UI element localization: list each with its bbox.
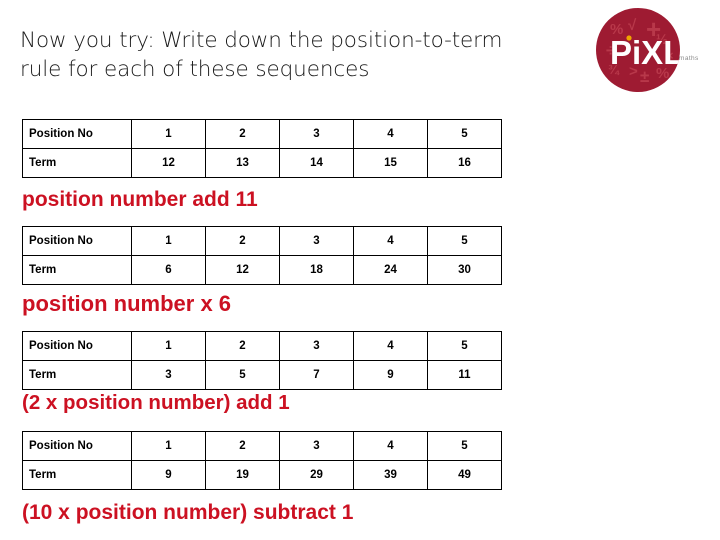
answer-rule-2: position number x 6 (22, 291, 232, 316)
answer-rule-3: (2 x position number) add 1 (22, 391, 290, 414)
table-row: Term 12 13 14 15 16 (22, 148, 502, 178)
position-cell: 2 (205, 431, 280, 461)
sequence-table-2: Position No 1 2 3 4 5 Term 6 12 18 24 30 (22, 226, 502, 285)
term-cell: 12 (131, 148, 206, 178)
table-row: Term 9 19 29 39 49 (22, 460, 502, 490)
page-title: Now you try: Write down the position-to-… (20, 28, 503, 82)
position-cell: 4 (353, 431, 428, 461)
position-cell: 2 (205, 119, 280, 149)
row-label-term: Term (22, 255, 132, 285)
position-cell: 3 (279, 119, 354, 149)
row-label-term: Term (22, 460, 132, 490)
term-cell: 7 (279, 360, 354, 390)
position-cell: 4 (353, 119, 428, 149)
logo-artwork-icon: % √ + ½ ÷ ¾ > ± % × PiXL (606, 14, 680, 86)
term-cell: 3 (131, 360, 206, 390)
position-cell: 5 (427, 431, 502, 461)
sequence-table-1: Position No 1 2 3 4 5 Term 12 13 14 15 1… (22, 119, 502, 178)
position-cell: 2 (205, 331, 280, 361)
term-cell: 6 (131, 255, 206, 285)
row-label-position: Position No (22, 119, 132, 149)
term-cell: 14 (279, 148, 354, 178)
row-label-term: Term (22, 360, 132, 390)
term-cell: 30 (427, 255, 502, 285)
answer-rule-1: position number add 11 (22, 188, 258, 211)
term-cell: 18 (279, 255, 354, 285)
term-cell: 24 (353, 255, 428, 285)
position-cell: 3 (279, 226, 354, 256)
term-cell: 39 (353, 460, 428, 490)
term-cell: 12 (205, 255, 280, 285)
answer-rule-4: (10 x position number) subtract 1 (22, 501, 354, 524)
position-cell: 1 (131, 119, 206, 149)
sequence-table-4: Position No 1 2 3 4 5 Term 9 19 29 39 49 (22, 431, 502, 490)
term-cell: 13 (205, 148, 280, 178)
table-row: Position No 1 2 3 4 5 (22, 431, 502, 461)
row-label-position: Position No (22, 226, 132, 256)
term-cell: 11 (427, 360, 502, 390)
term-cell: 16 (427, 148, 502, 178)
logo-subtext: maths (679, 55, 699, 62)
term-cell: 29 (279, 460, 354, 490)
position-cell: 3 (279, 331, 354, 361)
table-row: Position No 1 2 3 4 5 (22, 331, 502, 361)
position-cell: 2 (205, 226, 280, 256)
table-row: Position No 1 2 3 4 5 (22, 119, 502, 149)
sequence-table-3: Position No 1 2 3 4 5 Term 3 5 7 9 11 (22, 331, 502, 390)
table-row: Term 3 5 7 9 11 (22, 360, 502, 390)
pixl-logo: % √ + ½ ÷ ¾ > ± % × PiXL maths (596, 8, 706, 100)
term-cell: 5 (205, 360, 280, 390)
position-cell: 5 (427, 226, 502, 256)
position-cell: 4 (353, 226, 428, 256)
row-label-position: Position No (22, 331, 132, 361)
position-cell: 1 (131, 226, 206, 256)
term-cell: 9 (353, 360, 428, 390)
table-row: Term 6 12 18 24 30 (22, 255, 502, 285)
position-cell: 1 (131, 431, 206, 461)
term-cell: 19 (205, 460, 280, 490)
table-row: Position No 1 2 3 4 5 (22, 226, 502, 256)
svg-text:√: √ (628, 17, 637, 34)
term-cell: 9 (131, 460, 206, 490)
position-cell: 4 (353, 331, 428, 361)
position-cell: 3 (279, 431, 354, 461)
term-cell: 49 (427, 460, 502, 490)
row-label-term: Term (22, 148, 132, 178)
position-cell: 5 (427, 331, 502, 361)
position-cell: 1 (131, 331, 206, 361)
row-label-position: Position No (22, 431, 132, 461)
term-cell: 15 (353, 148, 428, 178)
svg-text:PiXL: PiXL (610, 34, 680, 71)
logo-ellipse-icon: % √ + ½ ÷ ¾ > ± % × PiXL (596, 8, 680, 92)
position-cell: 5 (427, 119, 502, 149)
